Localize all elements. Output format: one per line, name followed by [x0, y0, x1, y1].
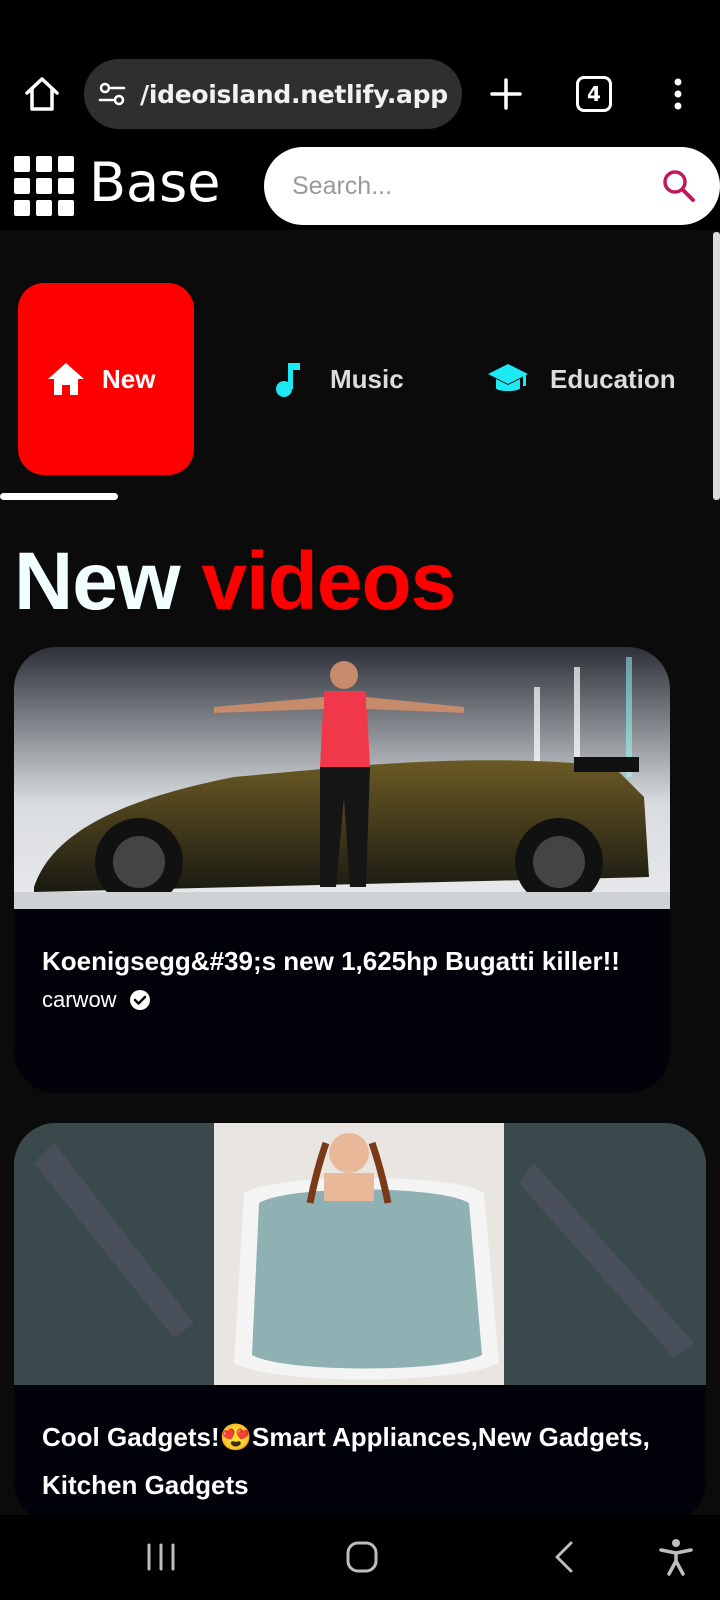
search-input[interactable] — [292, 167, 652, 205]
channel-name[interactable]: carwow — [42, 987, 117, 1013]
active-category-indicator — [0, 493, 118, 500]
site-settings-icon[interactable] — [96, 78, 128, 110]
more-vertical-icon[interactable] — [664, 74, 692, 114]
back-icon[interactable] — [545, 1537, 585, 1577]
verified-badge-icon — [129, 990, 150, 1010]
channel-info[interactable]: carwow — [42, 987, 151, 1013]
browser-toolbar: /ideoisland.netlify.app 4 — [0, 0, 720, 142]
tab-switcher-button[interactable]: 4 — [576, 76, 612, 112]
plus-icon[interactable] — [486, 74, 526, 114]
category-label: New — [102, 363, 156, 394]
home-icon — [48, 363, 84, 395]
section-title: New videos — [14, 533, 456, 631]
home-icon[interactable] — [22, 74, 62, 114]
search-icon[interactable] — [662, 169, 696, 203]
home-button-icon[interactable] — [342, 1537, 382, 1577]
system-nav-bar — [0, 1515, 720, 1600]
section-title-word1: New — [14, 536, 181, 627]
recent-apps-icon[interactable] — [141, 1537, 181, 1577]
category-new[interactable]: New — [18, 283, 194, 475]
video-title[interactable]: Koenigsegg&#39;s new 1,625hp Bugatti kil… — [42, 937, 620, 985]
url-text[interactable]: /ideoisland.netlify.app — [140, 80, 448, 109]
video-thumbnail[interactable] — [14, 1123, 706, 1385]
music-note-icon — [276, 363, 300, 397]
video-card[interactable]: Cool Gadgets!😍Smart Appliances,New Gadge… — [14, 1123, 706, 1523]
category-education[interactable]: Education — [460, 283, 720, 475]
search-box — [264, 147, 720, 225]
tab-count: 4 — [587, 82, 601, 106]
accessibility-icon[interactable] — [656, 1537, 696, 1577]
category-label: Music — [330, 363, 404, 394]
brand-title[interactable]: Base — [89, 148, 221, 218]
address-bar[interactable]: /ideoisland.netlify.app — [84, 59, 462, 129]
video-card[interactable]: Koenigsegg&#39;s new 1,625hp Bugatti kil… — [14, 647, 670, 1093]
category-music[interactable]: Music — [240, 283, 440, 475]
section-title-word2: videos — [201, 536, 456, 627]
apps-grid-icon[interactable] — [14, 156, 74, 216]
category-label: Education — [550, 363, 676, 394]
video-title[interactable]: Cool Gadgets!😍Smart Appliances,New Gadge… — [42, 1413, 682, 1509]
video-thumbnail[interactable] — [14, 647, 670, 909]
graduation-cap-icon — [488, 364, 528, 391]
